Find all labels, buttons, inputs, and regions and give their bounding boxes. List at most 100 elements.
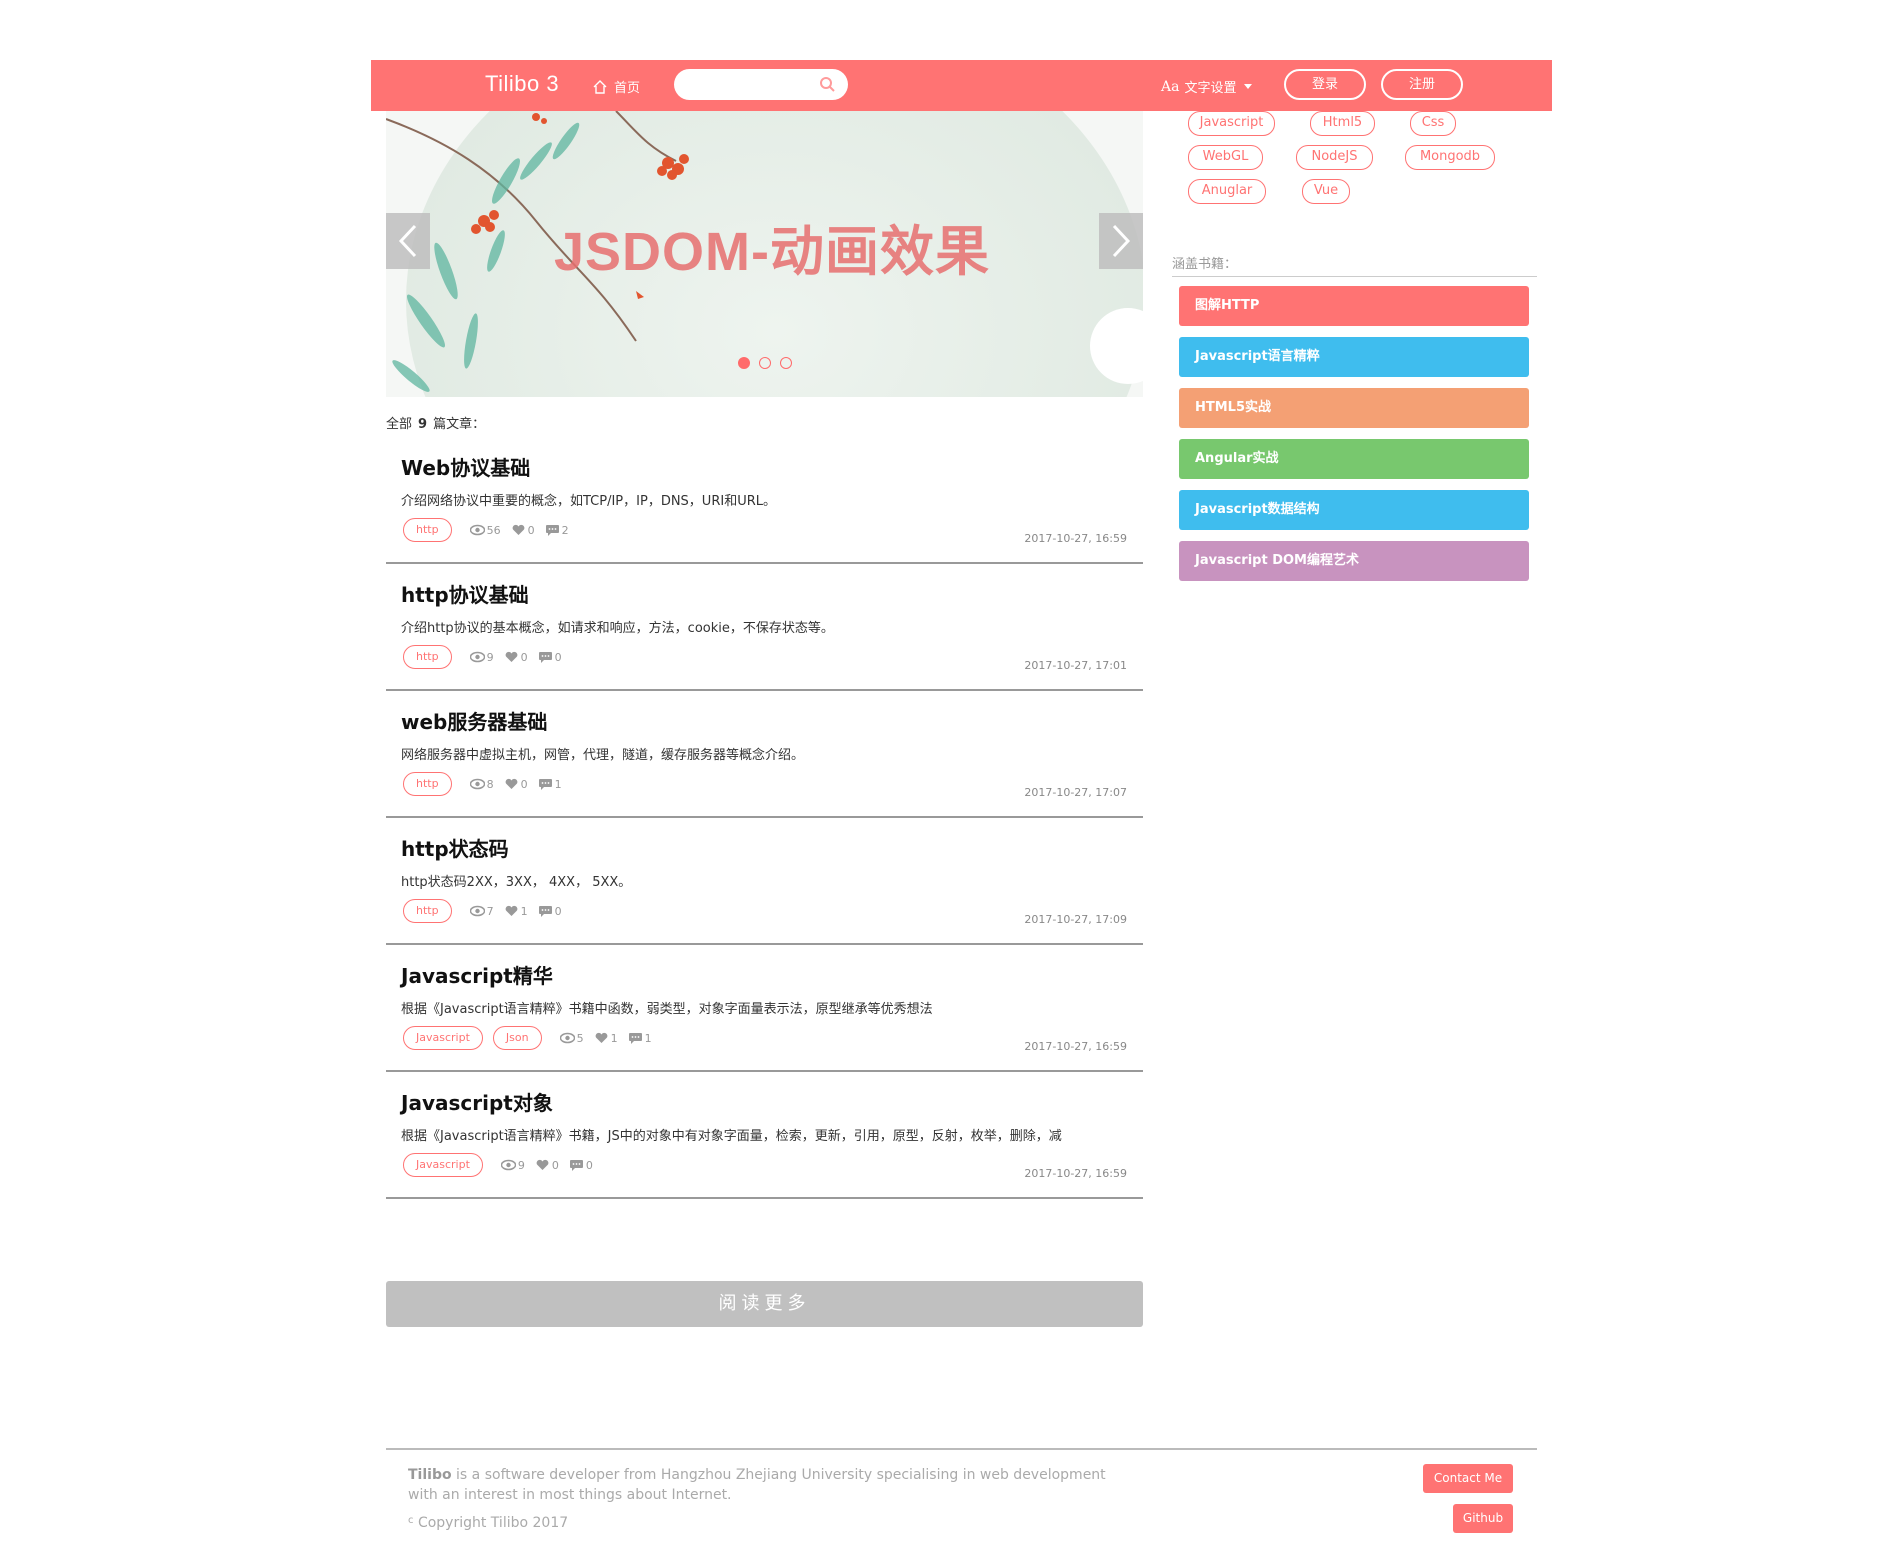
banner-title: JSDOM-动画效果	[554, 222, 991, 282]
copyright-text: Copyright Tilibo 2017	[417, 1515, 569, 1531]
article-stats: 56 0 2	[469, 518, 569, 542]
article-date: 2017-10-27, 16:59	[1024, 532, 1127, 545]
article-stats: 5 1 1	[559, 1026, 652, 1050]
comment-count-value: 0	[554, 650, 562, 664]
carousel-next-button[interactable]	[1099, 213, 1143, 269]
article-tags: Javascript Json 5 1 1	[403, 1026, 652, 1050]
article-tags: http 8 0 1	[403, 772, 562, 796]
comment-count-value: 2	[561, 523, 569, 537]
article-summary: 网络服务器中虚拟主机，网管，代理，隧道，缓存服务器等概念介绍。	[401, 748, 805, 763]
article-tag[interactable]: http	[403, 899, 452, 923]
article-tag[interactable]: Javascript	[403, 1153, 483, 1177]
article-title[interactable]: web服务器基础	[401, 706, 547, 735]
comment-count-value: 0	[585, 1158, 593, 1172]
comment-count: 1	[628, 1032, 652, 1045]
sidebar-tag[interactable]: Vue	[1302, 179, 1350, 204]
book-item[interactable]: Javascript语言精粹	[1179, 337, 1529, 377]
article-stats: 9 0 0	[469, 645, 562, 669]
comment-count: 0	[538, 905, 562, 918]
font-size-icon: Aa	[1161, 78, 1180, 95]
comment-icon	[628, 1033, 642, 1044]
books-heading: 涵盖书籍：	[1172, 253, 1537, 277]
view-count: 8	[469, 777, 494, 791]
sidebar-tag[interactable]: Anuglar	[1188, 179, 1266, 204]
heart-icon	[512, 524, 524, 535]
like-count: 0	[535, 1159, 559, 1172]
carousel-indicators	[738, 357, 792, 369]
view-count-value: 9	[486, 650, 494, 664]
article-item: http状态码 http状态码2XX，3XX， 4XX， 5XX。 http 7…	[386, 819, 1143, 945]
footer-description-text: is a software developer from Hangzhou Zh…	[408, 1467, 1106, 1503]
carousel-dot[interactable]	[759, 357, 771, 369]
like-count-value: 1	[610, 1031, 618, 1045]
github-button[interactable]: Github	[1453, 1504, 1513, 1533]
article-tag[interactable]: http	[403, 645, 452, 669]
view-count-value: 5	[576, 1031, 584, 1045]
brand-logo[interactable]: Tilibo 3	[485, 71, 559, 97]
book-item[interactable]: Angular实战	[1179, 439, 1529, 479]
carousel-dot[interactable]	[780, 357, 792, 369]
article-tag[interactable]: http	[403, 772, 452, 796]
article-title[interactable]: http状态码	[401, 833, 509, 862]
eye-icon	[559, 1032, 575, 1044]
search-icon[interactable]	[819, 76, 836, 93]
copyright: c Copyright Tilibo 2017	[408, 1515, 568, 1531]
login-button[interactable]: 登录	[1284, 69, 1366, 100]
article-tags: http 7 1 0	[403, 899, 562, 923]
search-box	[674, 69, 848, 100]
sidebar-tag[interactable]: Html5	[1310, 111, 1375, 136]
article-stats: 9 0 0	[500, 1153, 593, 1177]
sidebar-tag[interactable]: Mongodb	[1405, 145, 1495, 170]
book-item[interactable]: 图解HTTP	[1179, 286, 1529, 326]
heart-icon	[505, 651, 517, 662]
read-more-button[interactable]: 阅读更多	[386, 1281, 1143, 1327]
like-count: 0	[504, 651, 528, 664]
copyright-icon: c	[408, 1515, 414, 1526]
article-summary: http状态码2XX，3XX， 4XX， 5XX。	[401, 875, 632, 890]
article-tag[interactable]: Javascript	[403, 1026, 483, 1050]
book-item[interactable]: HTML5实战	[1179, 388, 1529, 428]
article-title[interactable]: Web协议基础	[401, 452, 530, 481]
book-item[interactable]: Javascript DOM编程艺术	[1179, 541, 1529, 581]
sidebar-tag[interactable]: NodeJS	[1296, 145, 1373, 170]
view-count-value: 9	[517, 1158, 525, 1172]
font-settings-dropdown[interactable]: Aa 文字设置	[1161, 77, 1253, 96]
like-count-value: 0	[520, 777, 528, 791]
search-input[interactable]	[686, 74, 816, 95]
comment-count: 0	[538, 651, 562, 664]
eye-icon	[469, 905, 485, 917]
article-count-suffix: 篇文章：	[433, 417, 486, 432]
eye-icon	[469, 778, 485, 790]
article-title[interactable]: http协议基础	[401, 579, 529, 608]
sidebar-tag[interactable]: Javascript	[1188, 111, 1275, 136]
like-count: 1	[594, 1032, 618, 1045]
article-title[interactable]: Javascript对象	[401, 1087, 553, 1116]
sidebar-tag[interactable]: WebGL	[1188, 145, 1263, 170]
book-item[interactable]: Javascript数据结构	[1179, 490, 1529, 530]
comment-count: 1	[538, 778, 562, 791]
contact-me-button[interactable]: Contact Me	[1423, 1464, 1513, 1493]
article-tag[interactable]: http	[403, 518, 452, 542]
article-title[interactable]: Javascript精华	[401, 960, 553, 989]
eye-icon	[469, 524, 485, 536]
article-count: 全部 9 篇文章：	[386, 413, 485, 432]
comment-icon	[538, 906, 552, 917]
comment-count-value: 0	[554, 904, 562, 918]
nav-home-link[interactable]: 首页	[592, 77, 640, 96]
view-count-value: 8	[486, 777, 494, 791]
article-item: Javascript对象 根据《Javascript语言精粹》书籍，JS中的对象…	[386, 1073, 1143, 1199]
footer-divider	[386, 1448, 1537, 1450]
carousel-prev-button[interactable]	[386, 213, 430, 269]
comment-count: 0	[569, 1159, 593, 1172]
article-item: web服务器基础 网络服务器中虚拟主机，网管，代理，隧道，缓存服务器等概念介绍。…	[386, 692, 1143, 818]
article-tags: http 56 0 2	[403, 518, 569, 542]
view-count-value: 56	[486, 523, 501, 537]
article-tag[interactable]: Json	[492, 1026, 542, 1050]
chevron-left-icon	[398, 224, 417, 258]
article-summary: 根据《Javascript语言精粹》书籍，JS中的对象中有对象字面量，检索，更新…	[401, 1129, 1062, 1144]
article-tags: Javascript 9 0 0	[403, 1153, 593, 1177]
carousel-dot[interactable]	[738, 357, 750, 369]
heart-icon	[595, 1032, 607, 1043]
register-button[interactable]: 注册	[1381, 69, 1463, 100]
sidebar-tag[interactable]: Css	[1410, 111, 1456, 136]
